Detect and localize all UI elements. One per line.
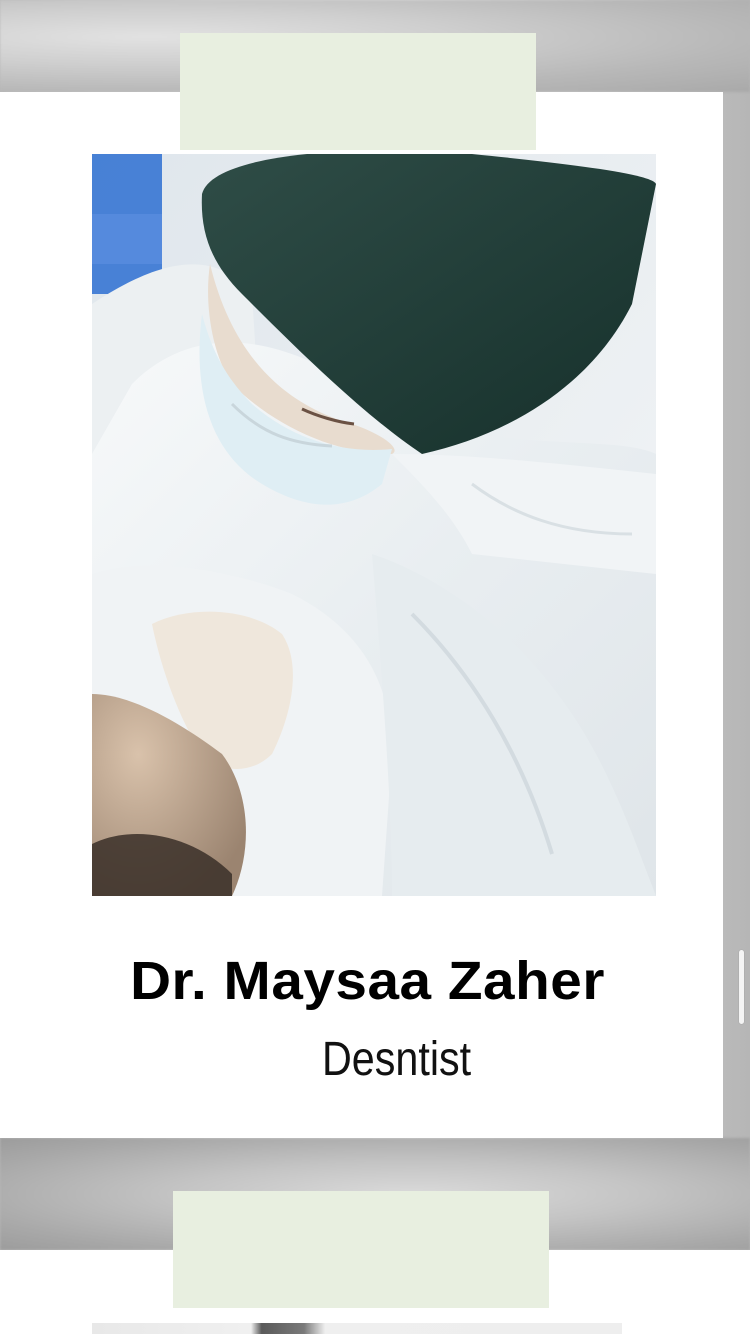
next-card-label-strip — [173, 1191, 549, 1308]
doctor-name: Dr. Maysaa Zaher — [130, 951, 605, 1011]
doctor-photo-illustration — [92, 154, 656, 896]
doctor-photo — [92, 154, 656, 896]
card-top-label-strip — [180, 33, 536, 150]
doctor-role: Desntist — [322, 1033, 472, 1086]
next-doctor-photo — [92, 1323, 622, 1334]
scroll-indicator[interactable] — [739, 950, 744, 1024]
